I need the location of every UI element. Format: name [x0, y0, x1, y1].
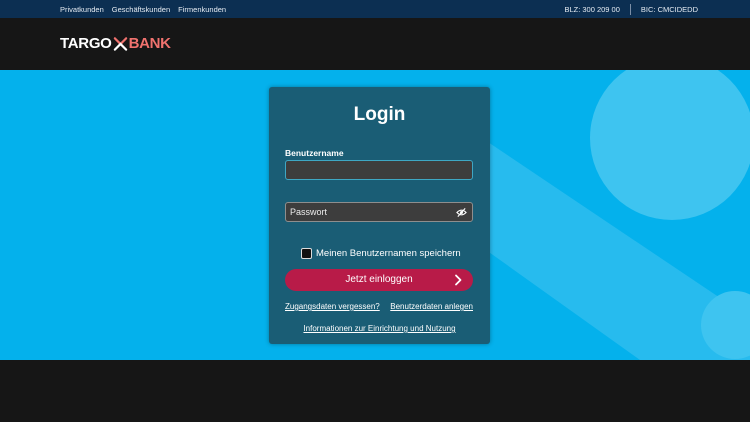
- remember-label[interactable]: Meinen Benutzernamen speichern: [316, 248, 461, 259]
- nav-link-firmenkunden[interactable]: Firmenkunden: [178, 5, 226, 14]
- remember-username[interactable]: Meinen Benutzernamen speichern: [301, 248, 461, 259]
- info-links: Informationen zur Einrichtung und Nutzun…: [269, 318, 490, 336]
- logo-word-targo: TARGO: [60, 35, 112, 52]
- blz-text: BLZ: 300 209 00: [564, 4, 620, 14]
- forgot-credentials-link[interactable]: Zugangsdaten vergessen?: [285, 302, 380, 311]
- targo-x-icon: [113, 36, 127, 51]
- logo-word-bank: BANK: [128, 35, 171, 52]
- register-link[interactable]: Benutzerdaten anlegen: [390, 302, 473, 311]
- segment-nav: Privatkunden Geschäftskunden Firmenkunde…: [60, 0, 226, 18]
- password-input[interactable]: Passwort: [285, 202, 473, 222]
- username-label: Benutzername: [285, 148, 344, 158]
- username-input[interactable]: [285, 160, 473, 180]
- nav-link-privatkunden[interactable]: Privatkunden: [60, 5, 104, 14]
- nav-link-geschaeftskunden[interactable]: Geschäftskunden: [112, 5, 170, 14]
- password-placeholder: Passwort: [290, 207, 328, 217]
- login-title: Login: [353, 104, 406, 125]
- divider: [629, 3, 631, 15]
- site-header: TARGO BANK: [0, 18, 750, 70]
- remember-checkbox[interactable]: [301, 248, 312, 259]
- chevron-right-icon: [455, 274, 462, 286]
- login-button-label: Jetzt einloggen: [345, 274, 413, 285]
- footer: [0, 360, 750, 422]
- help-links: Zugangsdaten vergessen? Benutzerdaten an…: [285, 302, 473, 311]
- targobank-logo[interactable]: TARGO BANK: [60, 35, 171, 52]
- bic-text: BIC: CMCIDEDD: [640, 4, 698, 14]
- bank-codes: BLZ: 300 209 00 BIC: CMCIDEDD: [564, 0, 698, 18]
- setup-info-link[interactable]: Informationen zur Einrichtung und Nutzun…: [303, 324, 455, 333]
- login-card: Login Benutzername Passwort Meinen Benut…: [269, 87, 490, 344]
- eye-off-icon[interactable]: [456, 207, 467, 218]
- login-button[interactable]: Jetzt einloggen: [285, 269, 473, 291]
- top-bar: Privatkunden Geschäftskunden Firmenkunde…: [0, 0, 750, 18]
